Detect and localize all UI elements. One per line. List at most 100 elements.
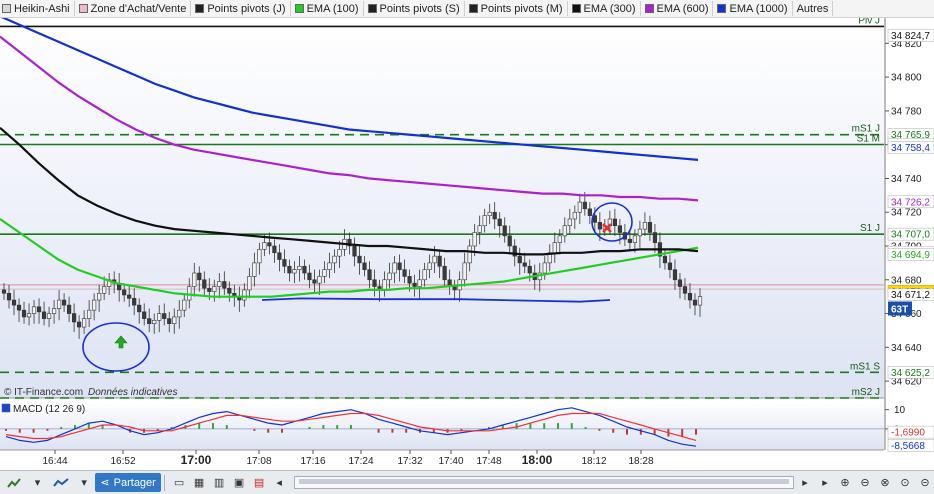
x-tick-label: 18:28 bbox=[628, 456, 653, 467]
candle-body bbox=[357, 255, 362, 264]
candle-body bbox=[252, 262, 257, 277]
comment-icon[interactable]: ▭ bbox=[170, 473, 188, 492]
legend-item[interactable]: EMA (300) bbox=[570, 1, 641, 16]
candle-body bbox=[697, 296, 703, 306]
candle-body bbox=[362, 262, 367, 270]
price-tag-label: 34 758,4 bbox=[891, 143, 930, 154]
bottom-toolbar: ▾ ▾ ⋖ Partager ▭ ▦ ▥ ▣ ▤ ◂ ▸ ▸ ⊕ ⊖ ⊗ ⊙ ⊝ bbox=[0, 470, 934, 494]
legend-label: Points pivots (J) bbox=[207, 2, 286, 15]
candle-body bbox=[102, 286, 107, 294]
zoom-fit-icon[interactable]: ⊙ bbox=[896, 473, 914, 492]
candle-body bbox=[282, 259, 287, 267]
legend-item[interactable]: Zone d'Achat/Vente bbox=[77, 1, 192, 16]
candle-body bbox=[392, 262, 397, 274]
candle-body bbox=[492, 211, 497, 220]
candle-body bbox=[21, 309, 27, 318]
scroll-left-icon[interactable]: ◂ bbox=[270, 473, 288, 492]
source-note-text: Données indicatives bbox=[88, 387, 178, 398]
zoom-in-icon[interactable]: ⊕ bbox=[836, 473, 854, 492]
candle-body bbox=[322, 269, 327, 277]
candle-body bbox=[462, 262, 467, 281]
candle-body bbox=[212, 286, 217, 292]
x-tick-label: 16:52 bbox=[110, 456, 135, 467]
candle-body bbox=[242, 289, 247, 301]
x-tick-label: 17:16 bbox=[300, 456, 325, 467]
candle-body bbox=[142, 311, 147, 319]
price-tag-label: 34 824,7 bbox=[891, 31, 930, 42]
candle-body bbox=[667, 262, 673, 270]
timer-badge-label: 63T bbox=[891, 304, 908, 315]
y-tick-label: 34 720 bbox=[891, 208, 922, 219]
candle-body bbox=[227, 287, 232, 294]
candle-body bbox=[642, 222, 648, 230]
legend-item[interactable]: Points pivots (M) bbox=[467, 1, 568, 16]
candle-body bbox=[82, 318, 87, 328]
zoom-out-icon[interactable]: ⊖ bbox=[856, 473, 874, 492]
candle-body bbox=[97, 292, 102, 301]
time-scrollbar[interactable] bbox=[294, 476, 794, 489]
pdf-icon[interactable]: ▤ bbox=[250, 473, 268, 492]
chart-type-icon[interactable] bbox=[2, 473, 27, 492]
candle-body bbox=[572, 211, 577, 220]
y-tick-label: 34 740 bbox=[891, 174, 922, 185]
macd-tick-label: 10 bbox=[894, 405, 906, 416]
candle-body bbox=[287, 265, 292, 274]
legend-swatch bbox=[294, 4, 304, 13]
candle-body bbox=[327, 262, 332, 270]
candle-body bbox=[132, 298, 137, 306]
minus-icon[interactable]: ⊝ bbox=[916, 473, 934, 492]
legend-swatch bbox=[468, 4, 478, 13]
legend-label: Autres bbox=[796, 2, 829, 15]
candle-body bbox=[167, 318, 172, 324]
legend-item[interactable]: EMA (600) bbox=[643, 1, 714, 16]
candle-body bbox=[517, 255, 522, 264]
pivot-level-label: S1 J bbox=[860, 223, 880, 234]
candle-body bbox=[152, 320, 157, 324]
legend-item[interactable]: Points pivots (S) bbox=[366, 1, 465, 16]
candle-body bbox=[632, 235, 638, 243]
y-tick-label: 34 780 bbox=[891, 106, 922, 117]
grid-icon[interactable]: ▦ bbox=[190, 473, 208, 492]
candle-body bbox=[382, 279, 387, 291]
candle-body bbox=[477, 225, 482, 233]
legend-label: EMA (300) bbox=[583, 2, 636, 15]
legend-item[interactable]: Heikin-Ashi bbox=[0, 1, 75, 16]
candle-body bbox=[422, 269, 427, 281]
candle-body bbox=[177, 309, 182, 318]
legend-label: Zone d'Achat/Vente bbox=[90, 2, 187, 15]
y-tick-label: 34 640 bbox=[891, 343, 922, 354]
candle-body bbox=[687, 292, 693, 301]
candle-body bbox=[172, 316, 177, 324]
candle-body bbox=[302, 265, 307, 274]
indicator-legend: Heikin-Ashi Zone d'Achat/Vente Points pivo… bbox=[0, 0, 934, 18]
indicator-icon[interactable] bbox=[49, 473, 74, 492]
zoom-reset-icon[interactable]: ⊗ bbox=[876, 473, 894, 492]
candle-body bbox=[6, 292, 12, 301]
legend-label: Points pivots (M) bbox=[480, 2, 563, 15]
legend-item[interactable]: Points pivots (J) bbox=[193, 1, 291, 16]
x-tick-label: 17:32 bbox=[397, 456, 422, 467]
legend-label: EMA (600) bbox=[656, 2, 709, 15]
candle-body bbox=[222, 281, 227, 289]
legend-label: Points pivots (S) bbox=[379, 2, 460, 15]
share-button[interactable]: ⋖ Partager bbox=[95, 473, 162, 492]
price-tag-label: 34 671,2 bbox=[891, 290, 930, 301]
price-tag-label: 34 707,0 bbox=[891, 230, 930, 241]
candle-body bbox=[677, 279, 683, 287]
x-tick-label: 17:48 bbox=[476, 456, 501, 467]
chevron-down-icon[interactable]: ▾ bbox=[75, 473, 93, 492]
image-icon[interactable]: ▣ bbox=[230, 473, 248, 492]
legend-item[interactable]: Autres bbox=[795, 1, 834, 16]
more-icon[interactable]: ▸ bbox=[816, 473, 834, 492]
candle-body bbox=[387, 272, 392, 281]
legend-item[interactable]: EMA (100) bbox=[293, 1, 364, 16]
legend-item[interactable]: EMA (1000) bbox=[715, 1, 793, 16]
candle-body bbox=[417, 279, 422, 287]
candle-body bbox=[272, 245, 277, 254]
chevron-down-icon[interactable]: ▾ bbox=[29, 473, 47, 492]
macd-panel-bg bbox=[0, 402, 884, 450]
scroll-right-icon[interactable]: ▸ bbox=[796, 473, 814, 492]
candle-body bbox=[182, 299, 187, 311]
candle-body bbox=[332, 255, 337, 264]
columns-icon[interactable]: ▥ bbox=[210, 473, 228, 492]
